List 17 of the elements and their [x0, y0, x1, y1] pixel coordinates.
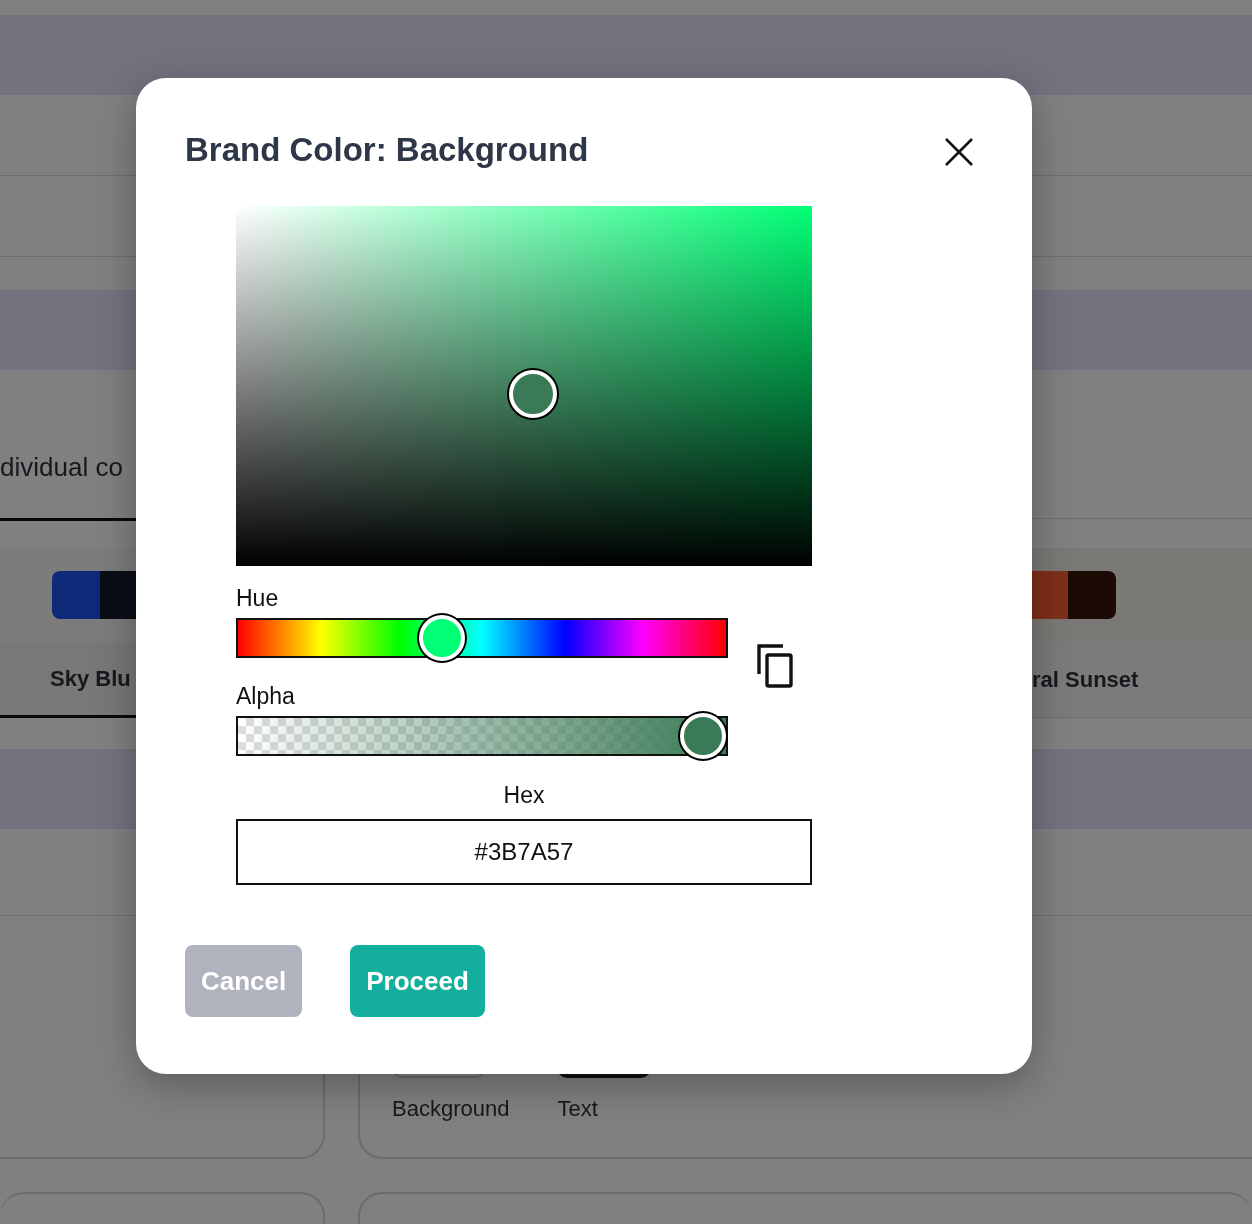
- saturation-area[interactable]: [236, 206, 812, 566]
- palette-name[interactable]: ral Sunset: [1032, 666, 1139, 693]
- palette-card[interactable]: [1032, 548, 1252, 642]
- dialog-title: Brand Color: Background: [185, 131, 589, 169]
- slider-label: Hue: [236, 584, 280, 612]
- close-icon[interactable]: [944, 137, 974, 167]
- proceed-button[interactable]: Proceed: [350, 945, 485, 1017]
- hex-field[interactable]: #3B7A57: [236, 819, 812, 885]
- slider-thumb[interactable]: [419, 615, 466, 661]
- hex-label: Hex: [502, 782, 546, 809]
- picker-handle[interactable]: [509, 369, 558, 418]
- slider-thumb[interactable]: [680, 713, 726, 759]
- palette-card[interactable]: [0, 548, 136, 642]
- slider-label: Alpha: [236, 682, 296, 710]
- color-role-label: Text: [557, 1096, 598, 1122]
- copy-icon[interactable]: [756, 643, 794, 689]
- color-role-label: Background: [392, 1096, 510, 1122]
